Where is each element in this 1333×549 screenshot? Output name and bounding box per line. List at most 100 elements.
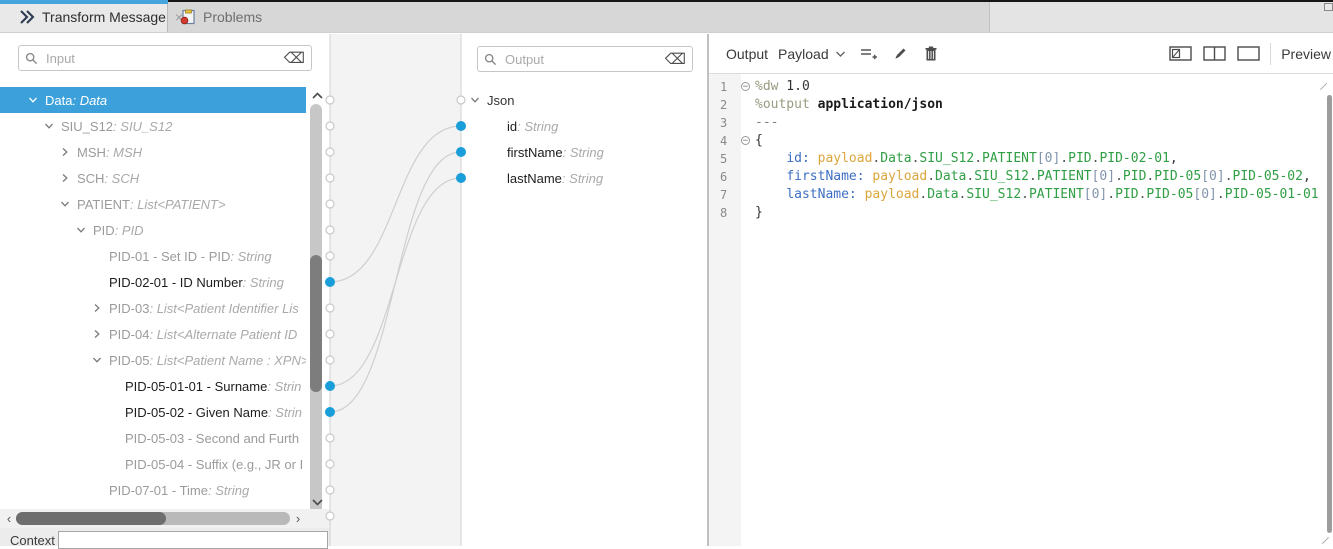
tree-item-label: lastName	[507, 171, 562, 186]
tree-row-pid-05[interactable]: PID-05 : List<Patient Name : XPN>	[0, 347, 306, 373]
tab-transform-message[interactable]: Transform Message ×	[0, 0, 168, 33]
tree-row-id[interactable]: id : String	[461, 113, 701, 139]
output-search-box[interactable]: ⌫	[477, 46, 693, 72]
horizontal-scrollbar-thumb[interactable]	[16, 512, 166, 525]
tree-row-firstname[interactable]: firstName : String	[461, 139, 701, 165]
tab-problems[interactable]: Problems	[168, 0, 318, 33]
code-line-1: 1−%dw 1.0	[709, 78, 1329, 96]
tree-item-type: : Strin	[267, 379, 301, 394]
line-number: 5	[709, 150, 739, 168]
tree-row-pid-05-01-01-surname[interactable]: PID-05-01-01 - Surname : Strin	[0, 373, 306, 399]
scroll-left-arrow[interactable]: ‹	[3, 510, 15, 526]
clear-search-icon[interactable]: ⌫	[284, 51, 305, 66]
tree-item-label: PID-05-03 - Second and Furth	[125, 431, 299, 446]
tree-item-label: PID-03	[109, 301, 149, 316]
context-box[interactable]	[58, 531, 328, 549]
tree-row-pid-05-03-second-and-furth[interactable]: PID-05-03 - Second and Furth	[0, 425, 306, 451]
tree-row-data[interactable]: Data : Data	[0, 87, 306, 113]
input-search-input[interactable]	[44, 50, 278, 67]
tree-row-json[interactable]: Json	[461, 87, 701, 113]
view-source-tree-icon[interactable]	[1169, 46, 1192, 61]
scroll-up-arrow[interactable]	[308, 90, 326, 102]
tree-row-pid-07-01-time[interactable]: PID-07-01 - Time : String	[0, 477, 306, 503]
tree-item-label: PID-05-01-01 - Surname	[125, 379, 267, 394]
chevron-down-icon[interactable]	[60, 199, 70, 209]
tree-row-patient[interactable]: PATIENT : List<PATIENT>	[0, 191, 306, 217]
vertical-scrollbar-thumb[interactable]	[310, 255, 322, 392]
tree-item-type: : String	[517, 119, 558, 134]
fold-collapse-icon[interactable]: −	[739, 78, 755, 96]
line-number: 4	[709, 132, 739, 150]
chevron-down-icon[interactable]	[470, 95, 480, 105]
chevron-down-icon[interactable]	[44, 121, 54, 131]
view-split-icon[interactable]	[1203, 46, 1226, 61]
tree-item-label: PID-05-04 - Suffix (e.g., JR or I	[125, 457, 303, 472]
problems-icon	[180, 9, 196, 25]
editor-scrollbar-thumb[interactable]	[1327, 95, 1332, 533]
dataweave-code-area[interactable]: 1−%dw 1.02%output application/json3---4−…	[709, 78, 1329, 222]
chevron-right-icon[interactable]	[60, 147, 70, 157]
tree-item-label: PID-02-01 - ID Number	[109, 275, 243, 290]
code-text: ---	[755, 114, 778, 132]
scroll-down-arrow[interactable]	[308, 496, 326, 508]
tree-row-pid-05-02-given-name[interactable]: PID-05-02 - Given Name : Strin	[0, 399, 306, 425]
output-search-input[interactable]	[503, 51, 659, 68]
edit-transformation-icon[interactable]	[893, 46, 908, 61]
fold-minus-icon[interactable]: −	[741, 82, 750, 91]
tree-row-siu-s12[interactable]: SIU_S12 : SIU_S12	[0, 113, 306, 139]
fold-collapse-icon[interactable]: −	[739, 132, 755, 150]
tree-row-pid-05-04-suffix-e-g-jr-or-i[interactable]: PID-05-04 - Suffix (e.g., JR or I	[0, 451, 306, 477]
tree-item-label: Json	[487, 93, 514, 108]
tree-row-pid-04[interactable]: PID-04 : List<Alternate Patient ID	[0, 321, 306, 347]
chevron-right-icon[interactable]	[60, 173, 70, 183]
line-number: 6	[709, 168, 739, 186]
tree-item-label: SIU_S12	[61, 119, 113, 134]
tree-item-type: : List<Patient Name : XPN>	[149, 353, 306, 368]
tree-item-type: : String	[243, 275, 284, 290]
fold-gutter	[739, 204, 755, 222]
chevron-down-icon[interactable]	[92, 355, 102, 365]
tree-item-type: : SCH	[104, 171, 139, 186]
input-tree: Data : DataSIU_S12 : SIU_S12MSH : MSHSCH…	[0, 87, 306, 503]
tree-item-label: PID-07-01 - Time	[109, 483, 208, 498]
tree-row-pid[interactable]: PID : PID	[0, 217, 306, 243]
delete-transformation-icon[interactable]	[925, 46, 937, 61]
tree-row-pid-03[interactable]: PID-03 : List<Patient Identifier Lis	[0, 295, 306, 321]
tab-transform-message-label: Transform Message	[42, 9, 166, 25]
code-line-3: 3 ---	[709, 114, 1329, 132]
clear-search-icon[interactable]: ⌫	[665, 52, 686, 67]
code-line-4: 4−{	[709, 132, 1329, 150]
preview-button[interactable]: Preview	[1281, 46, 1331, 62]
tree-row-pid-01-set-id-pid[interactable]: PID-01 - Set ID - PID : String	[0, 243, 306, 269]
code-line-6: 6 firstName: payload.Data.SIU_S12.PATIEN…	[709, 168, 1329, 186]
tree-item-type: : String	[562, 171, 603, 186]
tree-row-sch[interactable]: SCH : SCH	[0, 165, 306, 191]
output-tree: Jsonid : StringfirstName : StringlastNam…	[461, 87, 701, 191]
chevron-down-icon[interactable]	[76, 225, 86, 235]
code-text: firstName: payload.Data.SIU_S12.PATIENT[…	[755, 168, 1311, 186]
chevron-right-icon[interactable]	[92, 303, 102, 313]
chevron-down-icon[interactable]	[28, 95, 38, 105]
tree-row-lastname[interactable]: lastName : String	[461, 165, 701, 191]
output-panel: ⌫ Jsonid : StringfirstName : StringlastN…	[461, 34, 707, 546]
fold-gutter	[739, 114, 755, 132]
tree-item-label: PID-05	[109, 353, 149, 368]
payload-dropdown[interactable]: Payload	[778, 46, 829, 62]
fold-gutter	[739, 150, 755, 168]
dataweave-editor-panel: Output Payload Preview 1−%dw 1.02%output…	[709, 34, 1333, 546]
input-search-box[interactable]: ⌫	[18, 45, 312, 71]
chevron-right-icon[interactable]	[92, 329, 102, 339]
restore-window-icon[interactable]	[1324, 3, 1333, 11]
tree-item-type: : String	[563, 145, 604, 160]
tabbar-divider	[0, 32, 1333, 33]
view-single-icon[interactable]	[1237, 46, 1260, 61]
scroll-right-arrow[interactable]: ›	[292, 510, 304, 526]
line-number: 2	[709, 96, 739, 114]
fold-minus-icon[interactable]: −	[741, 136, 750, 145]
line-number: 3	[709, 114, 739, 132]
add-transformation-icon[interactable]	[860, 47, 877, 61]
tree-row-msh[interactable]: MSH : MSH	[0, 139, 306, 165]
payload-dropdown-chevron-icon[interactable]	[835, 50, 846, 58]
tree-row-pid-02-01-id-number[interactable]: PID-02-01 - ID Number : String	[0, 269, 306, 295]
code-text: lastName: payload.Data.SIU_S12.PATIENT[0…	[755, 186, 1319, 204]
